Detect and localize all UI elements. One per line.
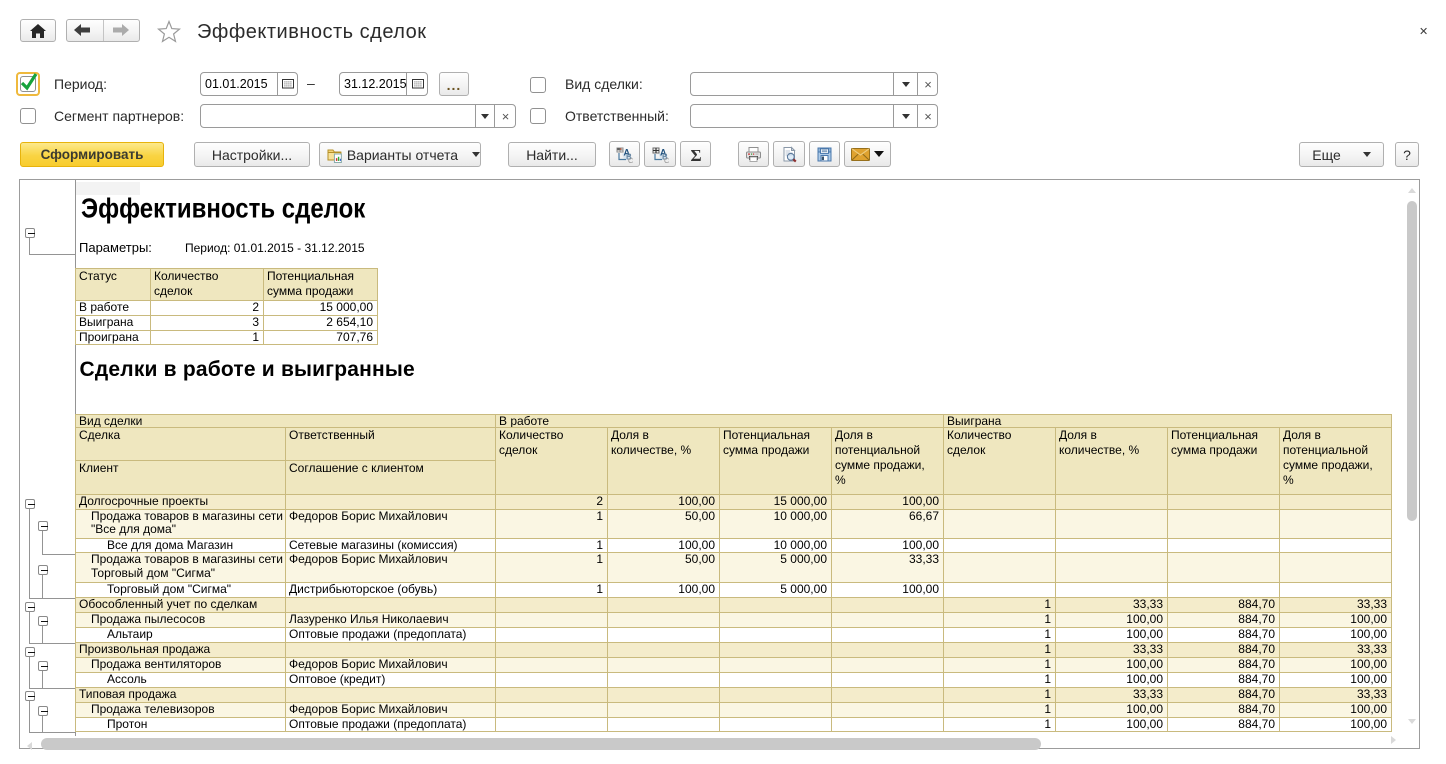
svg-text:Σ: Σ [691, 146, 702, 163]
svg-text:C: C [664, 156, 669, 163]
svg-text:C: C [628, 156, 633, 163]
